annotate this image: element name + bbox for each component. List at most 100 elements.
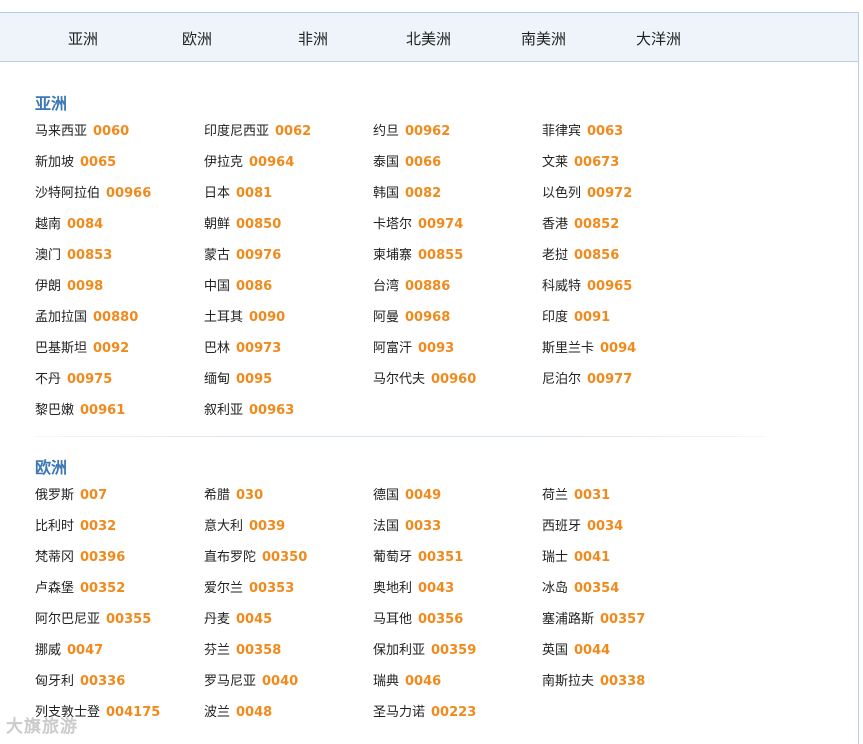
country-item: 柬埔寨 00855 [373,247,542,278]
section-title-asia: 亚洲 [35,94,68,113]
country-grid-asia: 马来西亚 0060 印度尼西亚 0062 约旦 00962 菲律宾 0063 新加坡 0065 伊拉… [35,123,795,433]
dial-code: 00880 [93,310,139,325]
dial-code: 00976 [236,248,282,263]
dial-code: 00355 [106,612,152,627]
dial-code: 030 [236,488,264,503]
dial-code: 0060 [93,124,130,139]
tab-asia[interactable]: 亚洲 [68,28,98,49]
country-name: 蒙古 [204,248,231,263]
country-item: 越南 0084 [35,216,204,247]
dial-code: 00356 [418,612,464,627]
dial-code: 00338 [600,674,646,689]
country-item: 直布罗陀 00350 [204,549,373,580]
dial-code: 0082 [405,186,442,201]
country-name: 冰岛 [542,581,569,596]
country-item: 韩国 0082 [373,185,542,216]
tab-south-america[interactable]: 南美洲 [521,28,566,49]
dial-code: 0081 [236,186,273,201]
country-name: 马尔代夫 [373,372,426,387]
tab-north-america[interactable]: 北美洲 [406,28,451,49]
country-item: 波兰 0048 [204,704,373,735]
dial-code: 00359 [431,643,477,658]
country-item: 台湾 00886 [373,278,542,309]
country-item: 巴林 00973 [204,340,373,371]
dial-code: 00354 [574,581,620,596]
country-name: 俄罗斯 [35,488,75,503]
country-item: 黎巴嫩 00961 [35,402,204,433]
country-name: 泰国 [373,155,400,170]
country-item: 丹麦 0045 [204,611,373,642]
dial-code: 00977 [587,372,633,387]
dial-code: 00963 [249,403,295,418]
dial-code: 00962 [405,124,451,139]
country-name: 葡萄牙 [373,550,413,565]
dial-code: 0040 [262,674,299,689]
content-panel: 亚洲 马来西亚 0060 印度尼西亚 0062 约旦 00962 菲律宾 0063 新加坡 006… [0,62,859,744]
dial-code: 0091 [574,310,611,325]
country-item: 日本 0081 [204,185,373,216]
country-name: 约旦 [373,124,400,139]
country-item: 奥地利 0043 [373,580,542,611]
dial-code: 0032 [80,519,117,534]
dial-code: 0031 [574,488,611,503]
country-name: 新加坡 [35,155,75,170]
country-name: 保加利亚 [373,643,426,658]
country-item: 蒙古 00976 [204,247,373,278]
country-item: 冰岛 00354 [542,580,711,611]
dial-code: 00853 [67,248,113,263]
country-name: 匈牙利 [35,674,75,689]
country-name: 德国 [373,488,400,503]
country-name: 科威特 [542,279,582,294]
dial-code: 0095 [236,372,273,387]
country-item: 泰国 0066 [373,154,542,185]
dial-code: 0034 [587,519,624,534]
country-item: 马来西亚 0060 [35,123,204,154]
country-name: 英国 [542,643,569,658]
country-item: 保加利亚 00359 [373,642,542,673]
dial-code: 00974 [418,217,464,232]
country-item: 阿曼 00968 [373,309,542,340]
country-item: 南斯拉夫 00338 [542,673,711,704]
country-name: 瑞士 [542,550,569,565]
dial-code: 0043 [418,581,455,596]
country-item: 巴基斯坦 0092 [35,340,204,371]
country-item: 德国 0049 [373,487,542,518]
country-item: 阿富汗 0093 [373,340,542,371]
country-item: 约旦 00962 [373,123,542,154]
dial-code: 0045 [236,612,273,627]
dial-code: 00855 [418,248,464,263]
country-item: 马耳他 00356 [373,611,542,642]
dial-code: 0093 [418,341,455,356]
country-item: 马尔代夫 00960 [373,371,542,402]
country-item: 朝鲜 00850 [204,216,373,247]
country-name: 塞浦路斯 [542,612,595,627]
country-item: 阿尔巴尼亚 00355 [35,611,204,642]
tab-oceania[interactable]: 大洋洲 [636,28,681,49]
tab-europe[interactable]: 欧洲 [182,28,212,49]
country-name: 台湾 [373,279,400,294]
country-item: 卡塔尔 00974 [373,216,542,247]
country-name: 不丹 [35,372,62,387]
country-name: 巴林 [204,341,231,356]
dial-code: 0046 [405,674,442,689]
tab-africa[interactable]: 非洲 [298,28,328,49]
dial-code: 0094 [600,341,637,356]
country-item: 澳门 00853 [35,247,204,278]
country-name: 卡塔尔 [373,217,413,232]
country-item: 爱尔兰 00353 [204,580,373,611]
dial-code: 0047 [67,643,104,658]
country-name: 印度尼西亚 [204,124,270,139]
country-name: 香港 [542,217,569,232]
country-name: 阿曼 [373,310,400,325]
dial-code: 004175 [106,705,161,720]
country-name: 黎巴嫩 [35,403,75,418]
country-name: 中国 [204,279,231,294]
country-name: 马耳他 [373,612,413,627]
country-name: 爱尔兰 [204,581,244,596]
dial-code: 0048 [236,705,273,720]
country-name: 梵蒂冈 [35,550,75,565]
dial-code: 0044 [574,643,611,658]
dial-code: 0086 [236,279,273,294]
section-title-europe: 欧洲 [35,458,68,477]
section-divider [35,436,765,437]
